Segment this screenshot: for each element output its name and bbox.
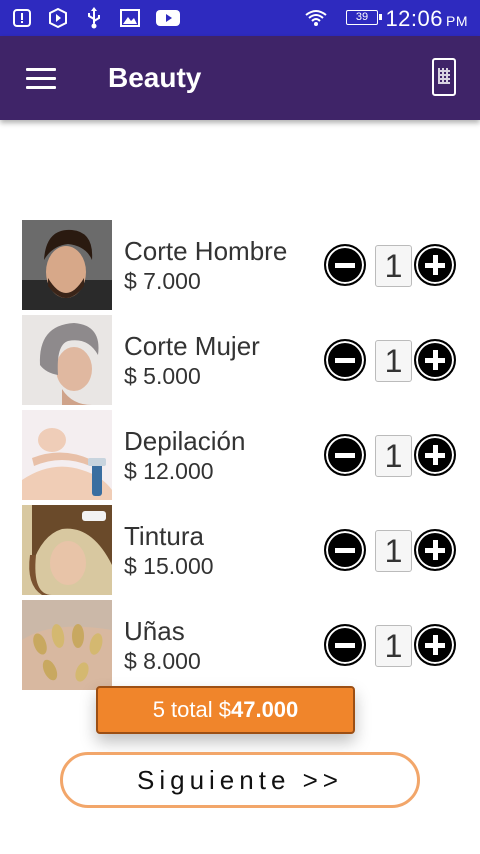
phone-qr-icon[interactable] <box>432 58 456 96</box>
clock-ampm: PM <box>446 13 468 29</box>
quantity-field[interactable]: 1 <box>375 340 412 382</box>
service-name: Depilación <box>124 426 246 456</box>
increase-button[interactable] <box>414 529 456 571</box>
service-price: $ 7.000 <box>124 268 201 294</box>
shield-play-icon <box>48 8 68 28</box>
total-amount: 47.000 <box>230 697 299 722</box>
app-bar: Beauty <box>0 36 480 120</box>
usb-icon <box>84 7 104 29</box>
service-price: $ 12.000 <box>124 458 214 484</box>
service-name: Tintura <box>124 521 204 551</box>
decrease-button[interactable] <box>324 434 366 476</box>
quantity-field[interactable]: 1 <box>375 530 412 572</box>
service-name: Corte Mujer <box>124 331 260 361</box>
list-item: Tintura $ 15.000 1 <box>22 505 462 600</box>
service-price: $ 15.000 <box>124 553 214 579</box>
service-price: $ 8.000 <box>124 648 201 674</box>
decrease-button[interactable] <box>324 244 366 286</box>
man-haircut-photo <box>22 220 112 310</box>
page-title: Beauty <box>108 62 202 93</box>
list-item: Corte Mujer $ 5.000 1 <box>22 315 462 410</box>
clock: 12:06 PM <box>385 6 468 32</box>
decrease-button[interactable] <box>324 624 366 666</box>
alert-icon <box>12 8 32 28</box>
status-bar: 39 12:06 PM <box>0 0 480 36</box>
battery-indicator: 39 <box>346 10 382 25</box>
hamburger-icon[interactable] <box>26 68 56 89</box>
next-button[interactable]: Siguiente >> <box>60 752 420 808</box>
woman-haircut-photo <box>22 315 112 405</box>
list-item: Corte Hombre $ 7.000 1 <box>22 220 462 315</box>
service-name: Uñas <box>124 616 185 646</box>
hair-dye-photo <box>22 505 112 595</box>
waxing-photo <box>22 410 112 500</box>
decrease-button[interactable] <box>324 339 366 381</box>
quantity-field[interactable]: 1 <box>375 245 412 287</box>
increase-button[interactable] <box>414 339 456 381</box>
youtube-icon <box>156 8 180 28</box>
service-list: Corte Hombre $ 7.000 1 Corte Mujer $ 5.0… <box>22 220 462 695</box>
wifi-icon <box>304 8 328 28</box>
image-icon <box>120 8 140 28</box>
service-price: $ 5.000 <box>124 363 201 389</box>
increase-button[interactable] <box>414 434 456 476</box>
increase-button[interactable] <box>414 624 456 666</box>
service-name: Corte Hombre <box>124 236 288 266</box>
total-prefix: 5 total $ <box>152 697 231 722</box>
quantity-field[interactable]: 1 <box>375 435 412 477</box>
decrease-button[interactable] <box>324 529 366 571</box>
clock-time: 12:06 <box>385 6 443 31</box>
total-badge: 5 total $47.000 <box>96 686 355 734</box>
list-item: Uñas $ 8.000 1 <box>22 600 462 695</box>
nails-photo <box>22 600 112 690</box>
quantity-field[interactable]: 1 <box>375 625 412 667</box>
increase-button[interactable] <box>414 244 456 286</box>
list-item: Depilación $ 12.000 1 <box>22 410 462 505</box>
